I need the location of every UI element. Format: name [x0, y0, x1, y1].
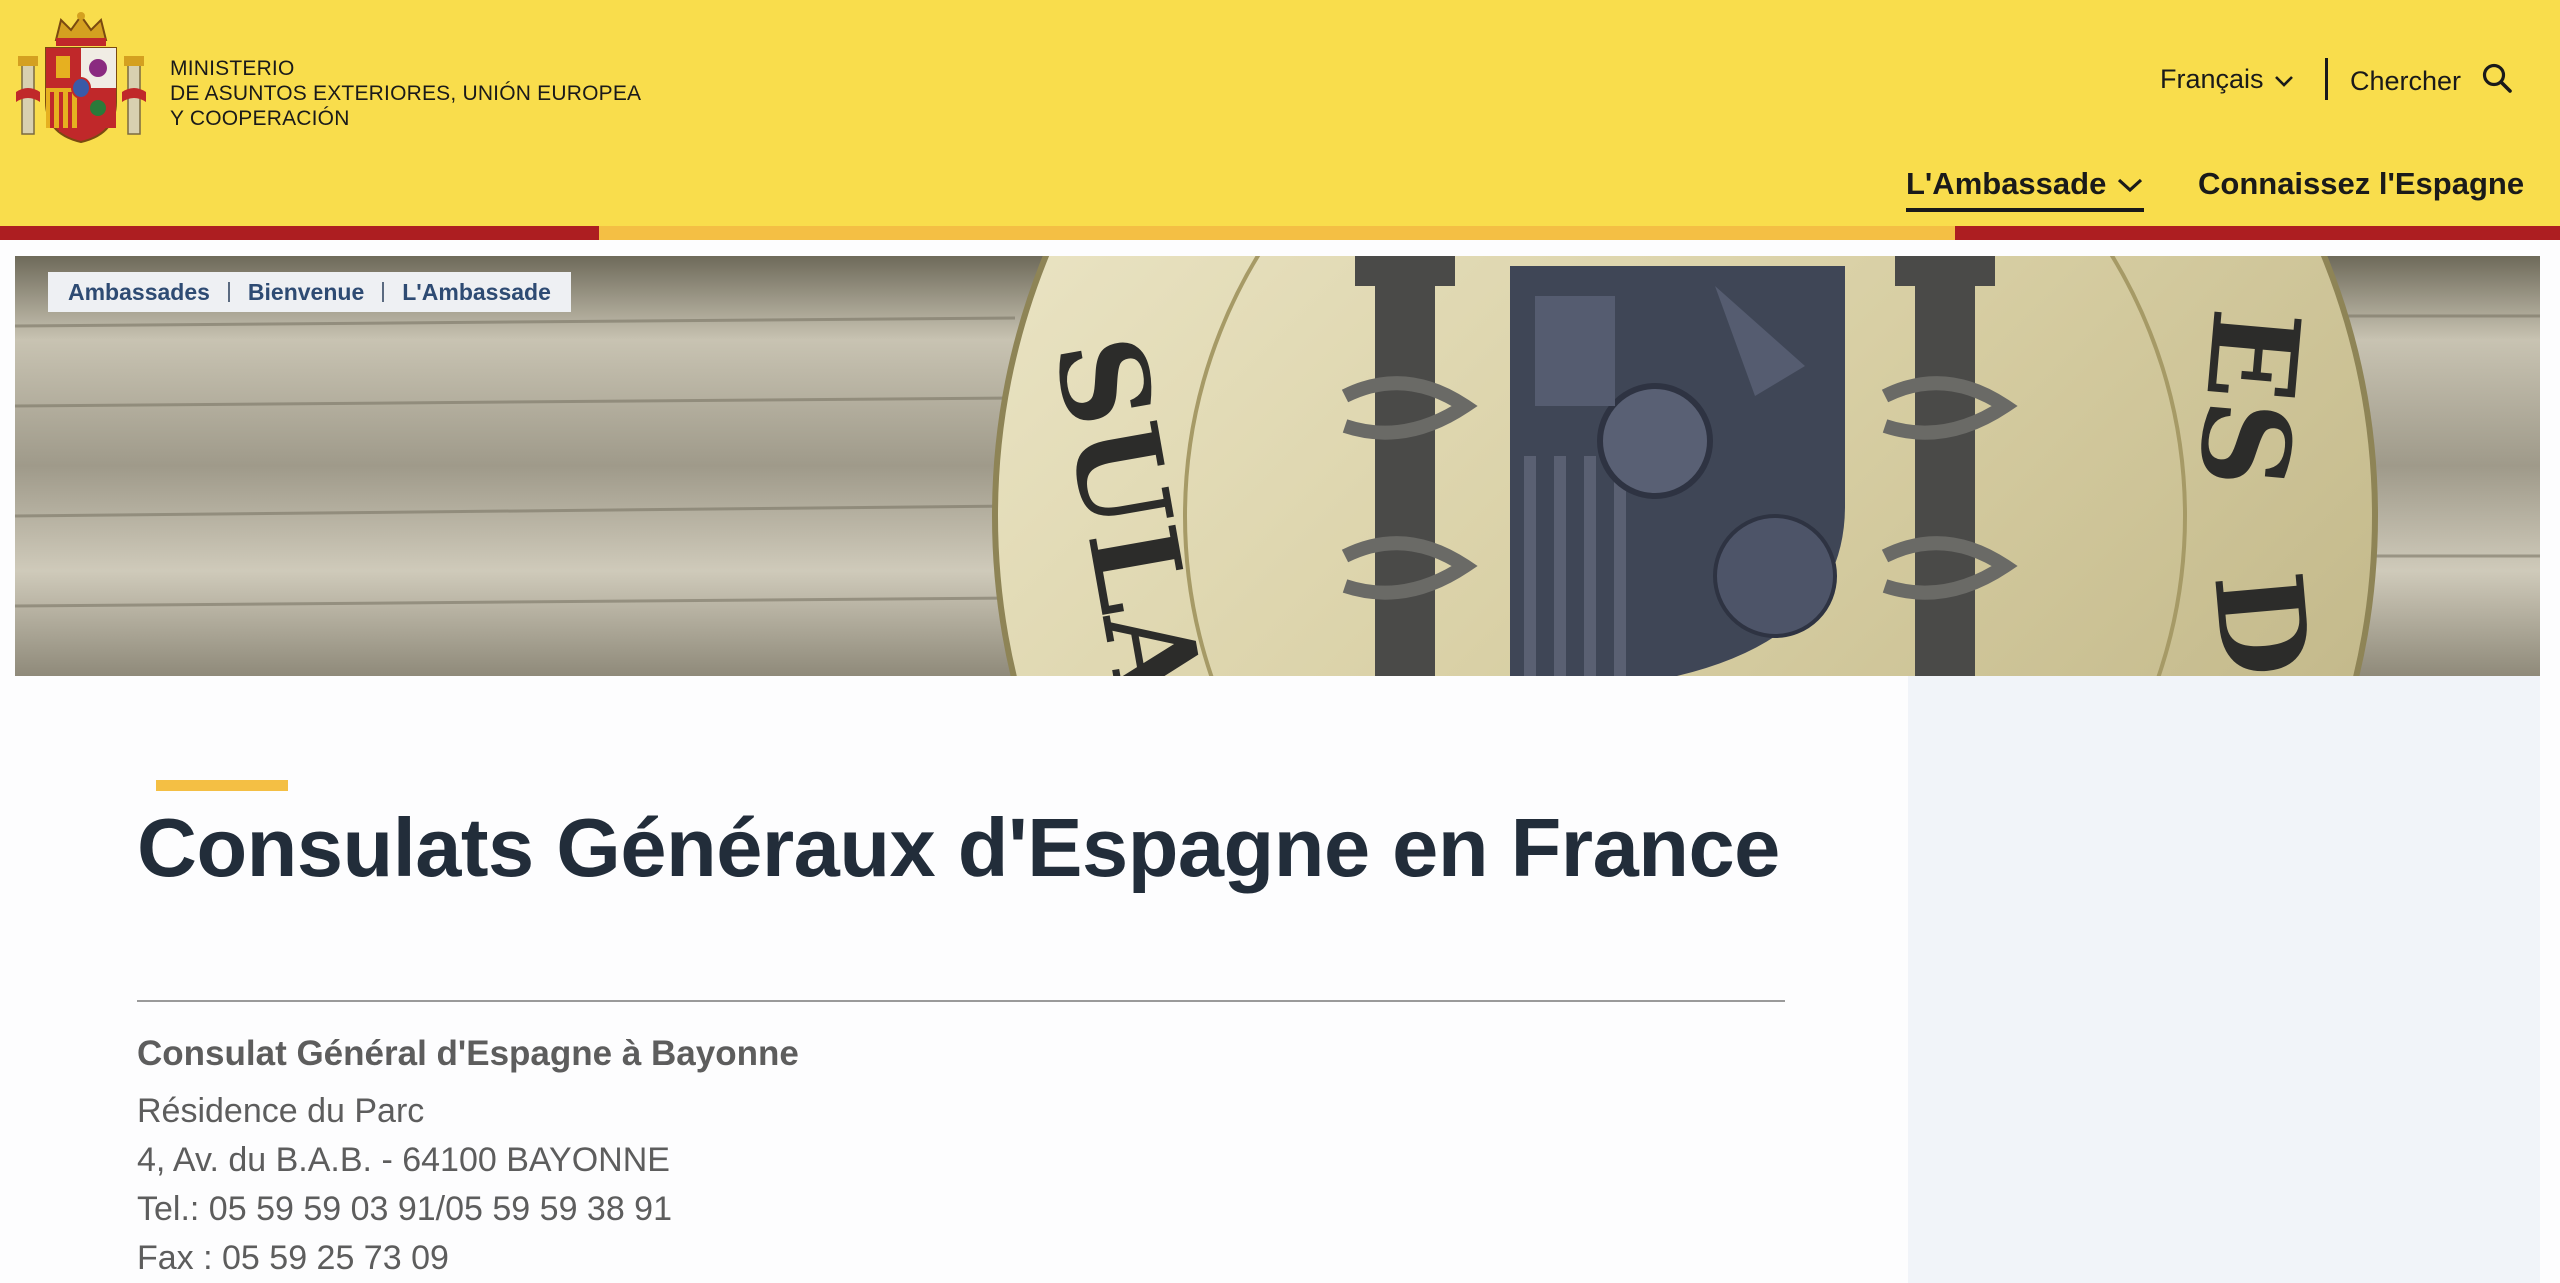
search-button[interactable]: Chercher [2350, 62, 2513, 101]
chevron-down-icon [2274, 64, 2294, 95]
consulate-address-line: Résidence du Parc [137, 1092, 425, 1130]
breadcrumb-item-ambassades[interactable]: Ambassades [68, 279, 210, 306]
breadcrumb: Ambassades Bienvenue L'Ambassade [48, 272, 571, 312]
nav-connaissez-espagne[interactable]: Connaissez l'Espagne [2198, 166, 2524, 202]
consulate-name: Consulat Général d'Espagne à Bayonne [137, 1034, 799, 1073]
flag-stripe-red [1955, 226, 2560, 240]
language-selector[interactable]: Français [2160, 64, 2294, 95]
site-header: MINISTERIO DE ASUNTOS EXTERIORES, UNIÓN … [0, 0, 2560, 226]
breadcrumb-item-ambassade[interactable]: L'Ambassade [402, 279, 551, 306]
hero-banner-image: SULAT ES DE [15, 256, 2540, 676]
search-label: Chercher [2350, 66, 2462, 96]
nav-ambassade[interactable]: L'Ambassade [1906, 166, 2145, 212]
language-label: Français [2160, 64, 2264, 94]
consulate-address-line: 4, Av. du B.A.B. - 64100 BAYONNE [137, 1141, 670, 1179]
breadcrumb-separator [382, 282, 385, 302]
flag-stripe-red [0, 226, 599, 240]
svg-text:ES: ES [2171, 303, 2327, 493]
search-icon [2481, 62, 2513, 101]
header-divider [2325, 58, 2328, 100]
page-title: Consulats Généraux d'Espagne en France [137, 801, 1780, 894]
flag-stripe-yellow [599, 226, 1955, 240]
title-accent-bar [156, 780, 288, 791]
section-divider [137, 1000, 1785, 1002]
ministry-name: MINISTERIO DE ASUNTOS EXTERIORES, UNIÓN … [170, 56, 641, 131]
nav-ambassade-label: L'Ambassade [1906, 166, 2107, 201]
svg-text:DE: DE [2186, 566, 2344, 676]
breadcrumb-item-bienvenue[interactable]: Bienvenue [248, 279, 364, 306]
ministry-line: DE ASUNTOS EXTERIORES, UNIÓN EUROPEA [170, 82, 642, 105]
ministry-line: MINISTERIO [170, 57, 295, 80]
chevron-down-icon [2116, 166, 2144, 202]
consulate-phone: Tel.: 05 59 59 03 91/05 59 59 38 91 [137, 1190, 673, 1228]
ministry-line: Y COOPERACIÓN [170, 107, 350, 130]
breadcrumb-separator [227, 282, 230, 302]
coat-of-arms-logo[interactable] [16, 12, 146, 144]
sidebar-panel [1908, 676, 2540, 1283]
consulate-fax: Fax : 05 59 25 73 09 [137, 1239, 449, 1277]
